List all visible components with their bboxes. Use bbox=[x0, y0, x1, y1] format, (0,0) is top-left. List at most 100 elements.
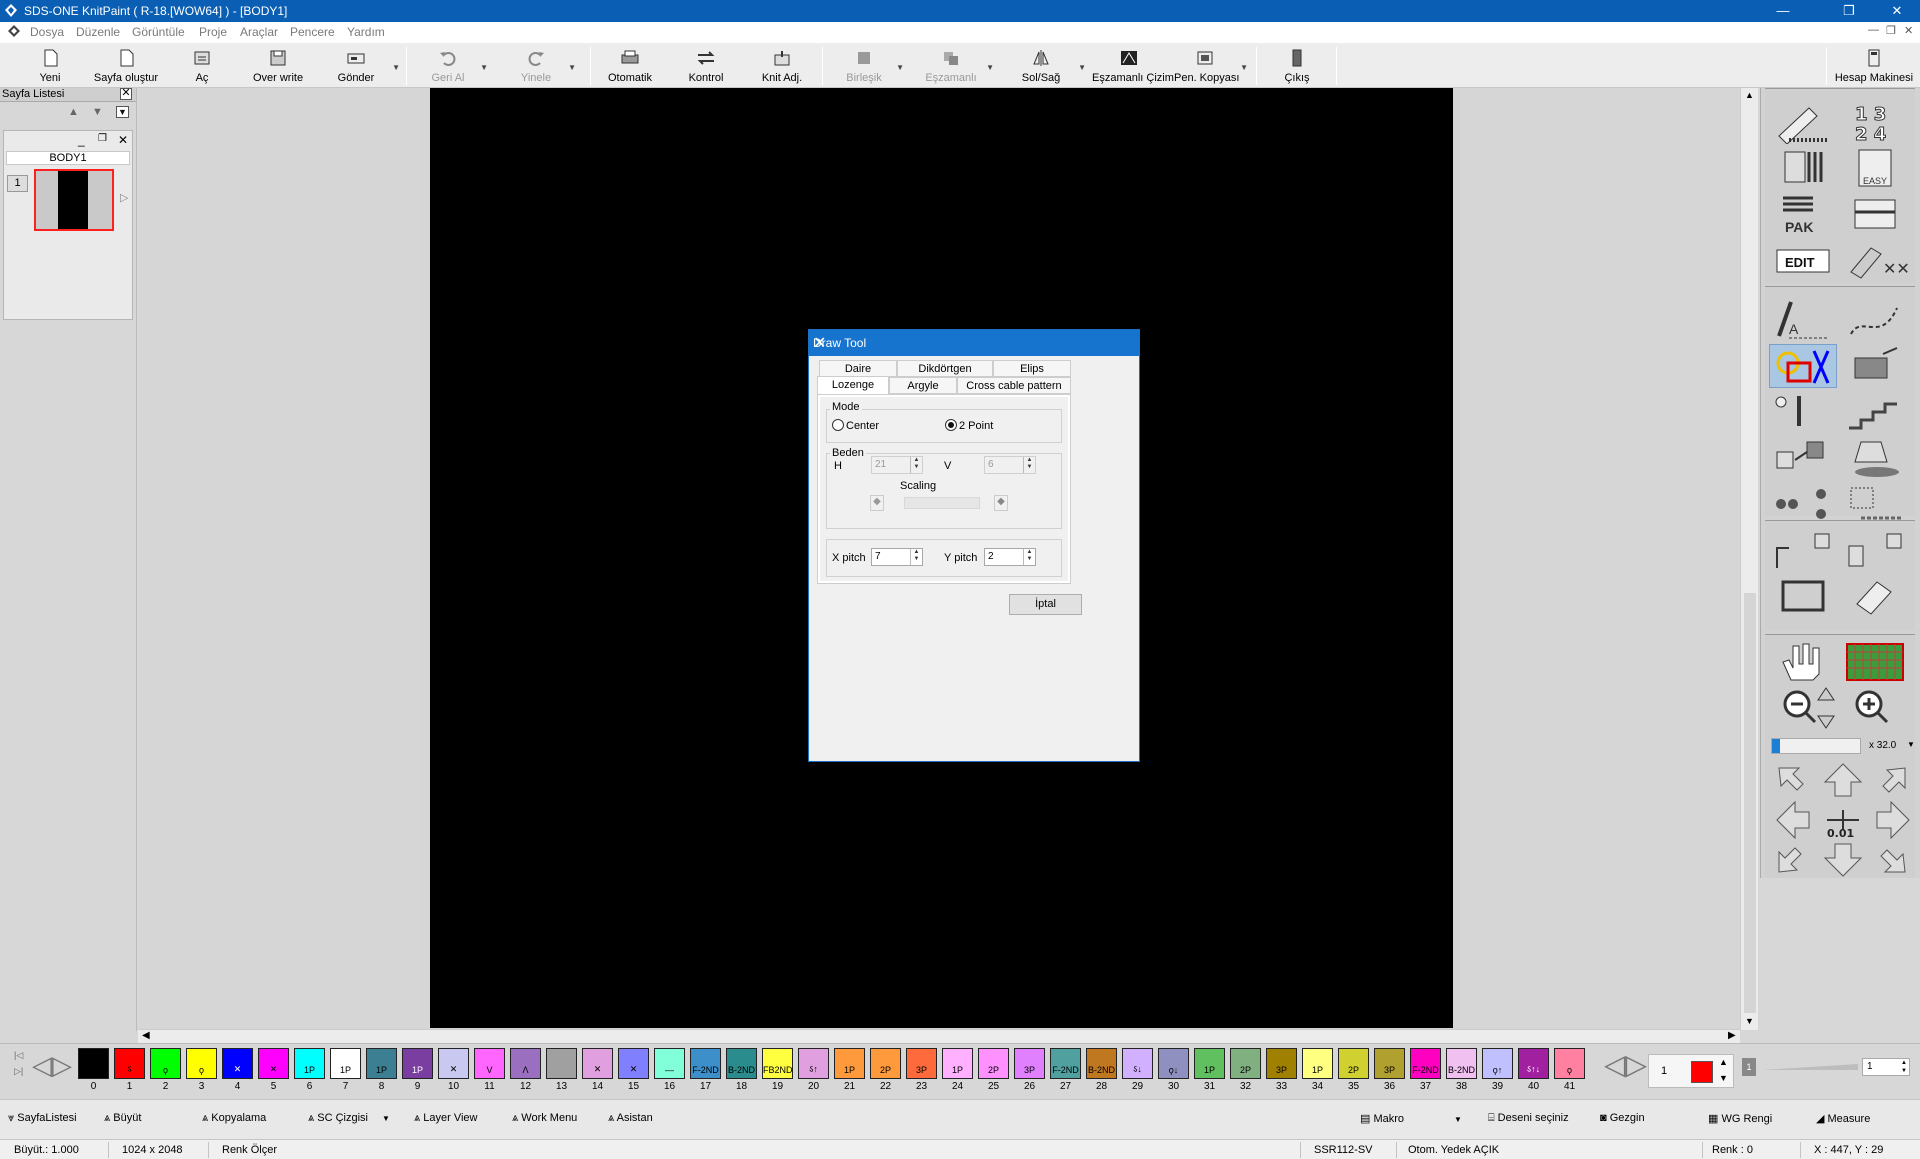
scroll-up-arrow[interactable]: ▲ bbox=[1745, 90, 1754, 100]
thumb-minimize-button[interactable]: _ bbox=[78, 133, 85, 147]
dialog-close-button[interactable]: ✕ bbox=[813, 333, 1131, 353]
menu-proje[interactable]: Proje bbox=[199, 25, 227, 39]
tab-dikdortgen[interactable]: Dikdörtgen bbox=[897, 360, 993, 377]
color-swatch-4[interactable]: ✕ bbox=[222, 1048, 253, 1079]
color-swatch-6[interactable]: 1P bbox=[294, 1048, 325, 1079]
scroll-down-arrow[interactable]: ▼ bbox=[1745, 1016, 1754, 1026]
undo-button[interactable]: Geri Al ▼ bbox=[420, 45, 488, 87]
color-swatch-20[interactable]: ऽ↑ bbox=[798, 1048, 829, 1079]
direction-pad[interactable]: 0.01 bbox=[1773, 760, 1913, 880]
overwrite-button[interactable]: Over write bbox=[246, 45, 310, 87]
color-swatch-5[interactable]: ✕ bbox=[258, 1048, 289, 1079]
hand-tool-button[interactable] bbox=[1769, 640, 1837, 684]
color-swatch-26[interactable]: 3P bbox=[1014, 1048, 1045, 1079]
y-pitch-spinner[interactable]: 2 ▲ ▼ bbox=[984, 548, 1036, 566]
color-swatch-41[interactable]: ϙ bbox=[1554, 1048, 1585, 1079]
palette-nav[interactable]: |◁ ▷| ◁▷ bbox=[10, 1048, 72, 1088]
edit-tool-button[interactable]: EDIT bbox=[1769, 238, 1837, 282]
x-pitch-spinner-arrows[interactable]: ▲ ▼ bbox=[910, 549, 922, 565]
color-swatch-18[interactable]: B-2ND bbox=[726, 1048, 757, 1079]
horizontal-scrollbar[interactable]: ◀ ▶ bbox=[138, 1029, 1740, 1043]
color-swatch-19[interactable]: FB2ND bbox=[762, 1048, 793, 1079]
minimize-button[interactable]: — bbox=[1760, 0, 1806, 22]
stairs-tool-button[interactable] bbox=[1841, 390, 1909, 434]
last-page-icon[interactable]: ▷| bbox=[14, 1066, 23, 1077]
color-swatch-0[interactable] bbox=[78, 1048, 109, 1079]
color-swatch-24[interactable]: 1P bbox=[942, 1048, 973, 1079]
auto-button[interactable]: Otomatik bbox=[602, 45, 658, 87]
open-button[interactable]: Aç bbox=[172, 45, 232, 87]
close-window-button[interactable]: ✕ bbox=[1874, 0, 1920, 22]
menu-duzenle[interactable]: Düzenle bbox=[76, 25, 120, 39]
color-swatch-1[interactable]: ऽ bbox=[114, 1048, 145, 1079]
color-swatch-2[interactable]: ϙ bbox=[150, 1048, 181, 1079]
pen-copy-dropdown-arrow[interactable]: ▼ bbox=[1240, 63, 1248, 72]
width-spinner-arrows[interactable]: ▲ ▼ bbox=[1901, 1059, 1907, 1075]
document-icon[interactable] bbox=[8, 25, 21, 38]
menu-yardim[interactable]: Yardım bbox=[347, 25, 385, 39]
cancel-button[interactable]: İptal bbox=[1009, 594, 1082, 615]
doc-close-button[interactable]: ✕ bbox=[1904, 24, 1913, 37]
up-arrow-icon[interactable]: ▲ bbox=[68, 106, 79, 118]
color-swatch-29[interactable]: ऽ↓ bbox=[1122, 1048, 1153, 1079]
zoom-dropdown-arrow[interactable]: ▼ bbox=[1907, 740, 1915, 749]
dropdown-icon[interactable]: ▼ bbox=[116, 106, 129, 118]
color-swatch-9[interactable]: 1P bbox=[402, 1048, 433, 1079]
pen-copy-button[interactable]: Pen. Kopyası ▼ bbox=[1174, 45, 1248, 87]
merge-button[interactable]: Birleşik ▼ bbox=[836, 45, 904, 87]
measure-button[interactable]: ◢ Measure bbox=[1816, 1112, 1870, 1125]
first-page-icon[interactable]: |◁ bbox=[14, 1050, 23, 1061]
color-swatch-15[interactable]: ✕ bbox=[618, 1048, 649, 1079]
tab-elips[interactable]: Elips bbox=[993, 360, 1071, 377]
macro-dropdown-arrow[interactable]: ▼ bbox=[1454, 1115, 1462, 1124]
copy-toggle[interactable]: ⩓ Kopyalama bbox=[202, 1112, 266, 1125]
zoom-slider[interactable] bbox=[1771, 738, 1861, 754]
color-swatch-30[interactable]: ϙ↓ bbox=[1158, 1048, 1189, 1079]
width-slider[interactable] bbox=[1762, 1064, 1858, 1070]
tab-argyle[interactable]: Argyle bbox=[889, 377, 957, 394]
undo-dropdown-arrow[interactable]: ▼ bbox=[480, 63, 488, 72]
assistant-toggle[interactable]: ⩓ Asistan bbox=[608, 1112, 653, 1125]
color-swatch-23[interactable]: 3P bbox=[906, 1048, 937, 1079]
color-selector[interactable]: 1 ▲ ▼ bbox=[1648, 1054, 1734, 1088]
left-right-dropdown-arrow[interactable]: ▼ bbox=[1078, 63, 1086, 72]
page-number-label[interactable]: 1 bbox=[7, 175, 28, 192]
scaling-slider[interactable] bbox=[904, 497, 980, 509]
color-swatch-38[interactable]: B-2ND bbox=[1446, 1048, 1477, 1079]
sync-draw-button[interactable]: Eşzamanlı Çizim bbox=[1092, 45, 1174, 87]
x-pitch-spinner[interactable]: 7 ▲ ▼ bbox=[871, 548, 923, 566]
color-swatch-32[interactable]: 2P bbox=[1230, 1048, 1261, 1079]
color-swatch-35[interactable]: 2P bbox=[1338, 1048, 1369, 1079]
palette-arrows[interactable]: ◁▷ bbox=[1604, 1048, 1647, 1088]
stitch-tool-button[interactable]: ✕✕ bbox=[1841, 238, 1910, 282]
left-right-button[interactable]: Sol/Sağ ▼ bbox=[1008, 45, 1086, 87]
sync-dropdown-arrow[interactable]: ▼ bbox=[986, 63, 994, 72]
color-swatch-36[interactable]: 3P bbox=[1374, 1048, 1405, 1079]
sc-dropdown-arrow[interactable]: ▼ bbox=[382, 1114, 390, 1123]
center-radio[interactable] bbox=[832, 419, 844, 431]
eraser-tool-button[interactable] bbox=[1841, 574, 1909, 618]
color-swatch-8[interactable]: 1P bbox=[366, 1048, 397, 1079]
h-spinner-arrows[interactable]: ▲ ▼ bbox=[910, 457, 922, 473]
frame-tool-button[interactable] bbox=[1769, 574, 1837, 618]
work-menu-toggle[interactable]: ⩓ Work Menu bbox=[512, 1112, 577, 1125]
color-swatch-17[interactable]: F-2ND bbox=[690, 1048, 721, 1079]
calculator-button[interactable]: Hesap Makinesi bbox=[1832, 45, 1916, 87]
pan-vertical-button[interactable] bbox=[1811, 686, 1841, 730]
redo-dropdown-arrow[interactable]: ▼ bbox=[568, 63, 576, 72]
line-tool-button[interactable]: A bbox=[1769, 298, 1837, 342]
color-down-arrow[interactable]: ▼ bbox=[1719, 1073, 1728, 1083]
transfer-tool-button[interactable] bbox=[1841, 192, 1909, 236]
v-spinner-arrows[interactable]: ▲ ▼ bbox=[1023, 457, 1035, 473]
tab-daire[interactable]: Daire bbox=[819, 360, 897, 377]
v-spinner[interactable]: 6 ▲ ▼ bbox=[984, 456, 1036, 474]
exit-button[interactable]: Çıkış bbox=[1270, 45, 1324, 87]
color-swatch-12[interactable]: Λ bbox=[510, 1048, 541, 1079]
two-point-radio[interactable] bbox=[945, 419, 957, 431]
color-swatch-3[interactable]: ϙ bbox=[186, 1048, 217, 1079]
down-arrow-icon[interactable]: ▼ bbox=[92, 106, 103, 118]
color-swatch-31[interactable]: 1P bbox=[1194, 1048, 1225, 1079]
sc-line-toggle[interactable]: ⩓ SC Çizgisi ▼ bbox=[308, 1112, 390, 1125]
paste-tool-button[interactable] bbox=[1841, 528, 1909, 572]
color-swatch-40[interactable]: ऽ↑↓ bbox=[1518, 1048, 1549, 1079]
